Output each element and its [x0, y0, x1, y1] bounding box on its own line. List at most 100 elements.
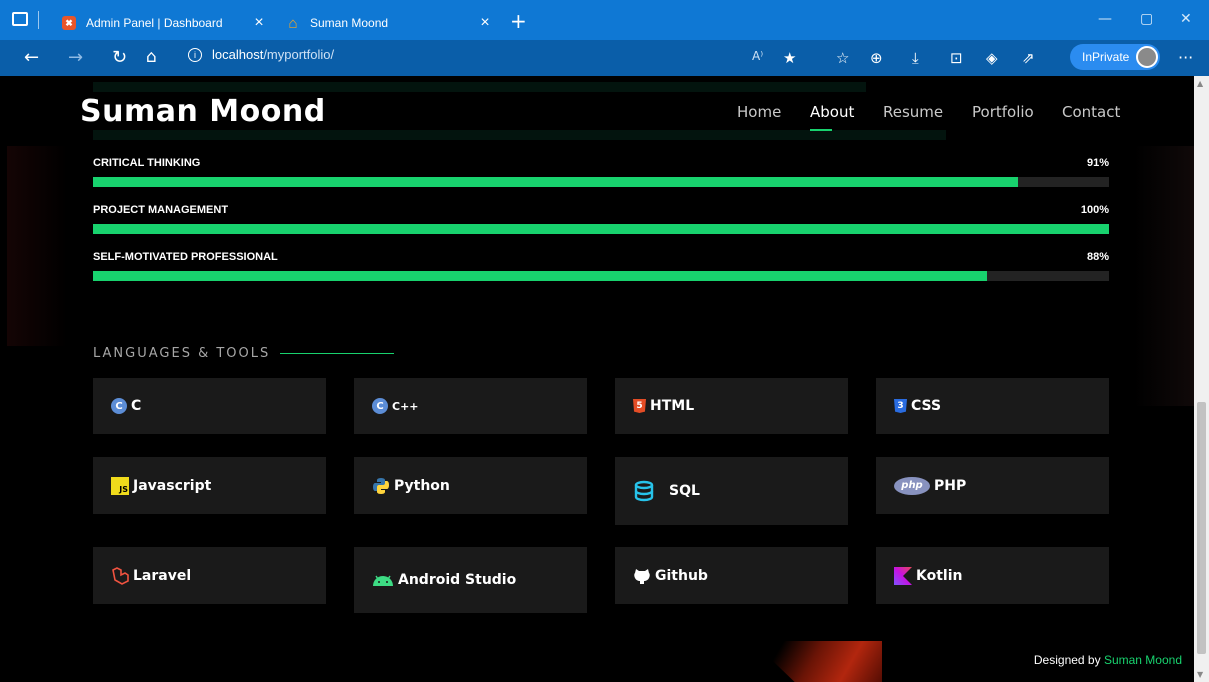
background-glow	[1134, 146, 1194, 406]
close-tab-icon[interactable]: ×	[478, 14, 492, 32]
tool-card-php[interactable]: php PHP	[876, 457, 1109, 514]
nav-resume[interactable]: Resume	[883, 103, 943, 121]
header-band	[93, 130, 946, 140]
decorative-shape	[752, 641, 882, 682]
tab-actions-icon[interactable]	[12, 12, 28, 26]
section-title-underline	[280, 353, 395, 354]
minimize-button[interactable]: —	[1098, 11, 1112, 27]
nav-about[interactable]: About	[810, 103, 854, 131]
new-tab-button[interactable]: +	[510, 9, 527, 33]
forward-arrow-icon[interactable]: →	[68, 47, 83, 68]
laravel-icon	[111, 566, 129, 585]
progress-track	[93, 271, 1109, 281]
tool-label: C++	[392, 399, 419, 413]
progress-track	[93, 224, 1109, 234]
tab-admin-panel[interactable]: ✖ Admin Panel | Dashboard ×	[52, 6, 276, 40]
database-icon	[633, 480, 655, 502]
tool-card-cpp[interactable]: C C++	[354, 378, 587, 434]
skill-value: 91%	[1086, 157, 1109, 169]
progress-fill	[93, 177, 1018, 187]
scrollbar-thumb[interactable]	[1197, 402, 1206, 654]
github-icon	[633, 567, 651, 585]
refresh-icon[interactable]: ↻	[112, 47, 127, 68]
php-icon: php	[894, 476, 930, 495]
html5-icon: 5	[633, 399, 646, 413]
skill-name: PROJECT MANAGEMENT	[93, 204, 229, 216]
restore-button[interactable]: ▢	[1140, 11, 1153, 27]
downloads-icon[interactable]: ⤓	[912, 49, 919, 67]
close-tab-icon[interactable]: ×	[252, 14, 266, 32]
browser-titlebar: ✖ Admin Panel | Dashboard × ⌂ Suman Moon…	[0, 0, 1209, 40]
tool-card-c[interactable]: CC	[93, 378, 326, 434]
tool-label: CSS	[911, 398, 942, 414]
tab-title: Admin Panel | Dashboard	[86, 16, 223, 30]
tool-label: Kotlin	[916, 567, 963, 584]
inprivate-label: InPrivate	[1082, 50, 1130, 64]
close-window-button[interactable]: ✕	[1180, 11, 1192, 27]
tool-card-kotlin[interactable]: Kotlin	[876, 547, 1109, 604]
tool-label: HTML	[650, 398, 695, 414]
section-title-text: LANGUAGES & TOOLS	[93, 346, 271, 361]
progress-track	[93, 177, 1109, 187]
c-icon: C	[111, 398, 127, 414]
read-aloud-icon[interactable]: A⁾	[752, 49, 763, 63]
address-bar[interactable]: i localhost/myportfolio/	[188, 47, 334, 62]
url-path: /myportfolio/	[263, 47, 335, 62]
more-options-icon[interactable]: ···	[1178, 48, 1193, 67]
tool-card-html[interactable]: 5 HTML	[615, 378, 848, 434]
css3-icon: 3	[894, 399, 907, 413]
nav-home[interactable]: Home	[737, 103, 781, 121]
performance-icon[interactable]: ◈	[986, 49, 998, 67]
cpp-icon: C	[372, 398, 388, 414]
info-icon[interactable]: i	[188, 47, 202, 62]
footer-prefix: Designed by	[1033, 653, 1101, 667]
tool-card-javascript[interactable]: JS Javascript	[93, 457, 326, 514]
favorites-icon[interactable]: ☆	[836, 49, 849, 67]
skill-name: SELF-MOTIVATED PROFESSIONAL	[93, 251, 278, 263]
tool-card-css[interactable]: 3 CSS	[876, 378, 1109, 434]
back-arrow-icon[interactable]: ←	[24, 47, 39, 68]
kotlin-icon	[894, 566, 912, 585]
browser-toolbar: ← → ↻ ⌂ i localhost/myportfolio/ A⁾ ★ ☆ …	[0, 40, 1209, 76]
footer-credit: Designed by Suman Moond	[1034, 653, 1182, 667]
share-icon[interactable]: ⇗	[1022, 49, 1035, 67]
scroll-up-icon[interactable]: ▲	[1197, 79, 1203, 88]
scroll-down-icon[interactable]: ▼	[1197, 670, 1203, 679]
tool-card-laravel[interactable]: Laravel	[93, 547, 326, 604]
progress-fill	[93, 271, 988, 281]
skill-value: 88%	[1086, 251, 1109, 263]
tool-card-sql[interactable]: SQL	[615, 457, 848, 525]
tool-label: Laravel	[133, 567, 192, 584]
tool-label: Javascript	[133, 477, 212, 494]
tab-title: Suman Moond	[310, 16, 389, 30]
screenshot-icon[interactable]: ⊡	[950, 49, 963, 67]
progress-fill	[93, 224, 1109, 234]
scrollbar[interactable]: ▲ ▼	[1194, 76, 1209, 682]
xampp-icon: ✖	[62, 16, 76, 30]
tab-suman-moond[interactable]: ⌂ Suman Moond ×	[276, 6, 502, 40]
home-icon[interactable]: ⌂	[146, 47, 157, 67]
python-icon	[372, 477, 390, 495]
skill-name: CRITICAL THINKING	[93, 157, 201, 169]
divider	[38, 11, 39, 29]
nav-contact[interactable]: Contact	[1062, 103, 1120, 121]
house-icon: ⌂	[288, 14, 298, 32]
favorite-star-icon[interactable]: ★	[783, 49, 796, 67]
skill-value: 100%	[1080, 204, 1109, 216]
tool-label: C	[131, 398, 142, 414]
tool-card-python[interactable]: Python	[354, 457, 587, 514]
tool-card-android-studio[interactable]: Android Studio	[354, 547, 587, 613]
tool-label: SQL	[669, 483, 700, 499]
tool-label: Github	[655, 567, 708, 584]
nav-portfolio[interactable]: Portfolio	[972, 103, 1034, 121]
url-host: localhost	[212, 47, 264, 62]
header-band	[93, 82, 866, 92]
background-glow	[7, 146, 67, 346]
inprivate-badge[interactable]: InPrivate	[1070, 44, 1160, 70]
android-icon	[372, 573, 394, 587]
site-logo[interactable]: Suman Moond	[80, 94, 326, 129]
tool-label: Python	[394, 477, 450, 494]
tool-card-github[interactable]: Github	[615, 547, 848, 604]
footer-author-link[interactable]: Suman Moond	[1104, 653, 1182, 667]
collections-icon[interactable]: ⊕	[870, 49, 883, 67]
